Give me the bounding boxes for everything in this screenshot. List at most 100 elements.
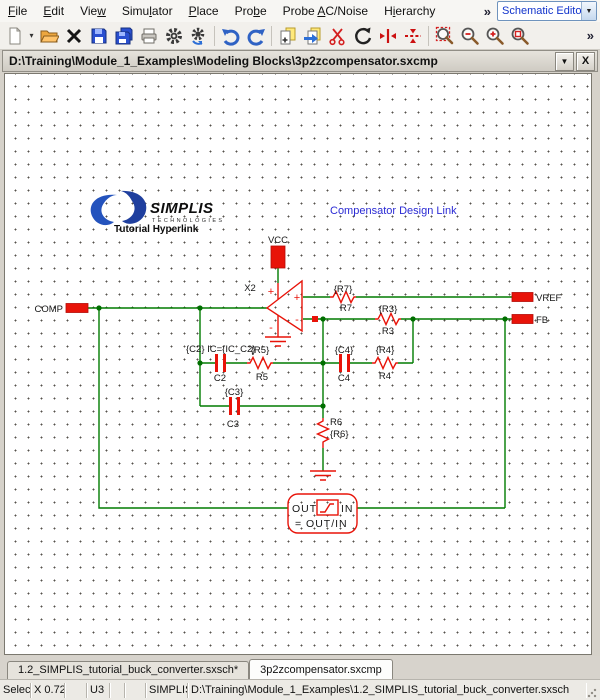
undo-icon [221, 26, 241, 46]
status-engine: SIMPLIS [146, 683, 188, 698]
r4-ref: R4 [379, 371, 391, 382]
wire-dashed-icon [403, 26, 423, 46]
status-selection: U3 [87, 683, 110, 698]
r7-ref: R7 [340, 303, 352, 314]
close-sheet-button[interactable] [61, 23, 86, 48]
page-arrow-icon [303, 26, 323, 46]
sheet-tab-bar: 1.2_SIMPLIS_tutorial_buck_converter.sxsc… [0, 656, 600, 679]
open-button[interactable] [36, 23, 61, 48]
settings-button[interactable] [161, 23, 186, 48]
logo-swoosh-icon [121, 191, 146, 224]
status-blank [110, 683, 125, 698]
c3-ref: C3 [227, 419, 239, 430]
menu-probe-ac-noise[interactable]: Probe AC/Noise [275, 1, 376, 22]
ground-icon [310, 471, 336, 480]
add-window-button[interactable] [275, 23, 300, 48]
wire-compress-icon [378, 26, 398, 46]
toolbar-separator [428, 26, 429, 46]
r5-ref: R5 [256, 372, 268, 383]
c4-value: {C4} [335, 345, 354, 356]
toolbar-separator [214, 26, 215, 46]
toolbar-overflow-chevron[interactable]: » [581, 28, 600, 43]
menu-probe[interactable]: Probe [227, 1, 275, 22]
logo-swoosh-icon [91, 195, 117, 225]
cut-button[interactable] [325, 23, 350, 48]
resize-grip[interactable] [586, 687, 598, 699]
tab-1-2-simplis-tutorial-buck-converter-sxsch-[interactable]: 1.2_SIMPLIS_tutorial_buck_converter.sxsc… [7, 661, 249, 679]
gear-refresh-icon [189, 26, 209, 46]
export-page-button[interactable] [300, 23, 325, 48]
new-schematic-dropdown[interactable]: ▾ [27, 31, 36, 40]
save-all-button[interactable] [111, 23, 136, 48]
terminal-fb[interactable]: FB [512, 315, 548, 327]
vcc-rail[interactable]: VCC [268, 235, 288, 268]
c4-ref: C4 [338, 373, 350, 384]
wire-compress-button[interactable] [375, 23, 400, 48]
c2-ref: C2 [214, 373, 226, 384]
opamp-input-minus: - [295, 314, 299, 326]
window-list-button[interactable]: ▼ [555, 52, 574, 71]
save-icon [89, 26, 109, 46]
gain-block-formula: = OUT/IN [295, 518, 348, 530]
gain-block[interactable]: OUT IN = OUT/IN [288, 494, 357, 533]
menu-edit[interactable]: Edit [35, 1, 72, 22]
opamp-supply-plus: + [268, 286, 274, 298]
r3-ref: R3 [382, 326, 394, 337]
toolbar: ▾ [0, 22, 600, 50]
zoom-area-icon [435, 26, 455, 46]
opamp-ref: X2 [244, 283, 256, 294]
zoom-out-button[interactable] [457, 23, 482, 48]
terminal-comp[interactable]: COMP [35, 304, 89, 316]
resistor-r7[interactable]: {R7} R7 [330, 284, 356, 314]
editor-mode-value: Schematic Editor [498, 5, 581, 17]
capacitor-c2[interactable]: {C2} IC={IC_C2} C2 [186, 344, 255, 384]
tutorial-hyperlink-text[interactable]: Tutorial Hyperlink [114, 224, 199, 235]
application-window: FileEditViewSimulatorPlaceProbeProbe AC/… [0, 0, 600, 700]
compensator-design-link[interactable]: Compensator Design Link [330, 205, 457, 217]
schematic-canvas[interactable]: SIMPLIS TECHNOLOGIES Tutorial Hyperlink … [4, 73, 592, 655]
toolbar-separator [271, 26, 272, 46]
close-document-button[interactable]: X [576, 52, 595, 71]
menu-file[interactable]: File [0, 1, 35, 22]
r6-value: {R6} [330, 429, 349, 440]
zoom-in-button[interactable] [482, 23, 507, 48]
gear-icon [164, 26, 184, 46]
save-button[interactable] [86, 23, 111, 48]
resistor-r6[interactable]: R6 {R6} [310, 417, 349, 480]
resistor-r4[interactable]: {R4} R4 [372, 345, 398, 382]
menu-simulator[interactable]: Simulator [114, 1, 181, 22]
limiter-curve-icon [320, 504, 334, 512]
editor-mode-select[interactable]: Schematic Editor ▼ [497, 1, 597, 21]
menu-overflow-chevron[interactable]: » [484, 4, 491, 19]
terminal-vref[interactable]: VREF [512, 293, 562, 305]
menu-bar-items: FileEditViewSimulatorPlaceProbeProbe AC/… [0, 0, 443, 22]
logo-brand-text: SIMPLIS [150, 200, 214, 217]
chevron-down-icon[interactable]: ▼ [581, 2, 596, 20]
zoom-area-button[interactable] [432, 23, 457, 48]
new-schematic-button[interactable] [2, 23, 27, 48]
schematic-wires[interactable] [88, 268, 512, 508]
simulator-options-button[interactable] [186, 23, 211, 48]
menu-view[interactable]: View [72, 1, 114, 22]
rotate-button[interactable] [350, 23, 375, 48]
tab-3p2zcompensator-sxcmp[interactable]: 3p2zcompensator.sxcmp [249, 659, 393, 679]
print-button[interactable] [136, 23, 161, 48]
opamp-x2[interactable]: X2 + - + - [244, 281, 318, 346]
close-icon [64, 26, 84, 46]
menu-hierarchy[interactable]: Hierarchy [376, 1, 443, 22]
gain-block-in: IN [341, 503, 354, 515]
chevron-down-icon: ▼ [561, 57, 569, 66]
redo-button[interactable] [243, 23, 268, 48]
resistor-r3[interactable]: {R3} R3 [375, 304, 401, 337]
undo-button[interactable] [218, 23, 243, 48]
simplis-logo-hyperlink[interactable]: SIMPLIS TECHNOLOGIES Tutorial Hyperlink [91, 191, 225, 235]
capacitor-c3[interactable]: {C3} C3 [225, 387, 244, 430]
menu-place[interactable]: Place [181, 1, 227, 22]
zoom-out-icon [460, 26, 480, 46]
zoom-fit-button[interactable] [507, 23, 532, 48]
new-document-icon [5, 26, 25, 46]
add-page-icon [278, 26, 298, 46]
wire-dashed-button[interactable] [400, 23, 425, 48]
capacitor-c4[interactable]: {C4} C4 [335, 345, 354, 384]
title-bar-buttons: ▼ X [555, 52, 597, 71]
